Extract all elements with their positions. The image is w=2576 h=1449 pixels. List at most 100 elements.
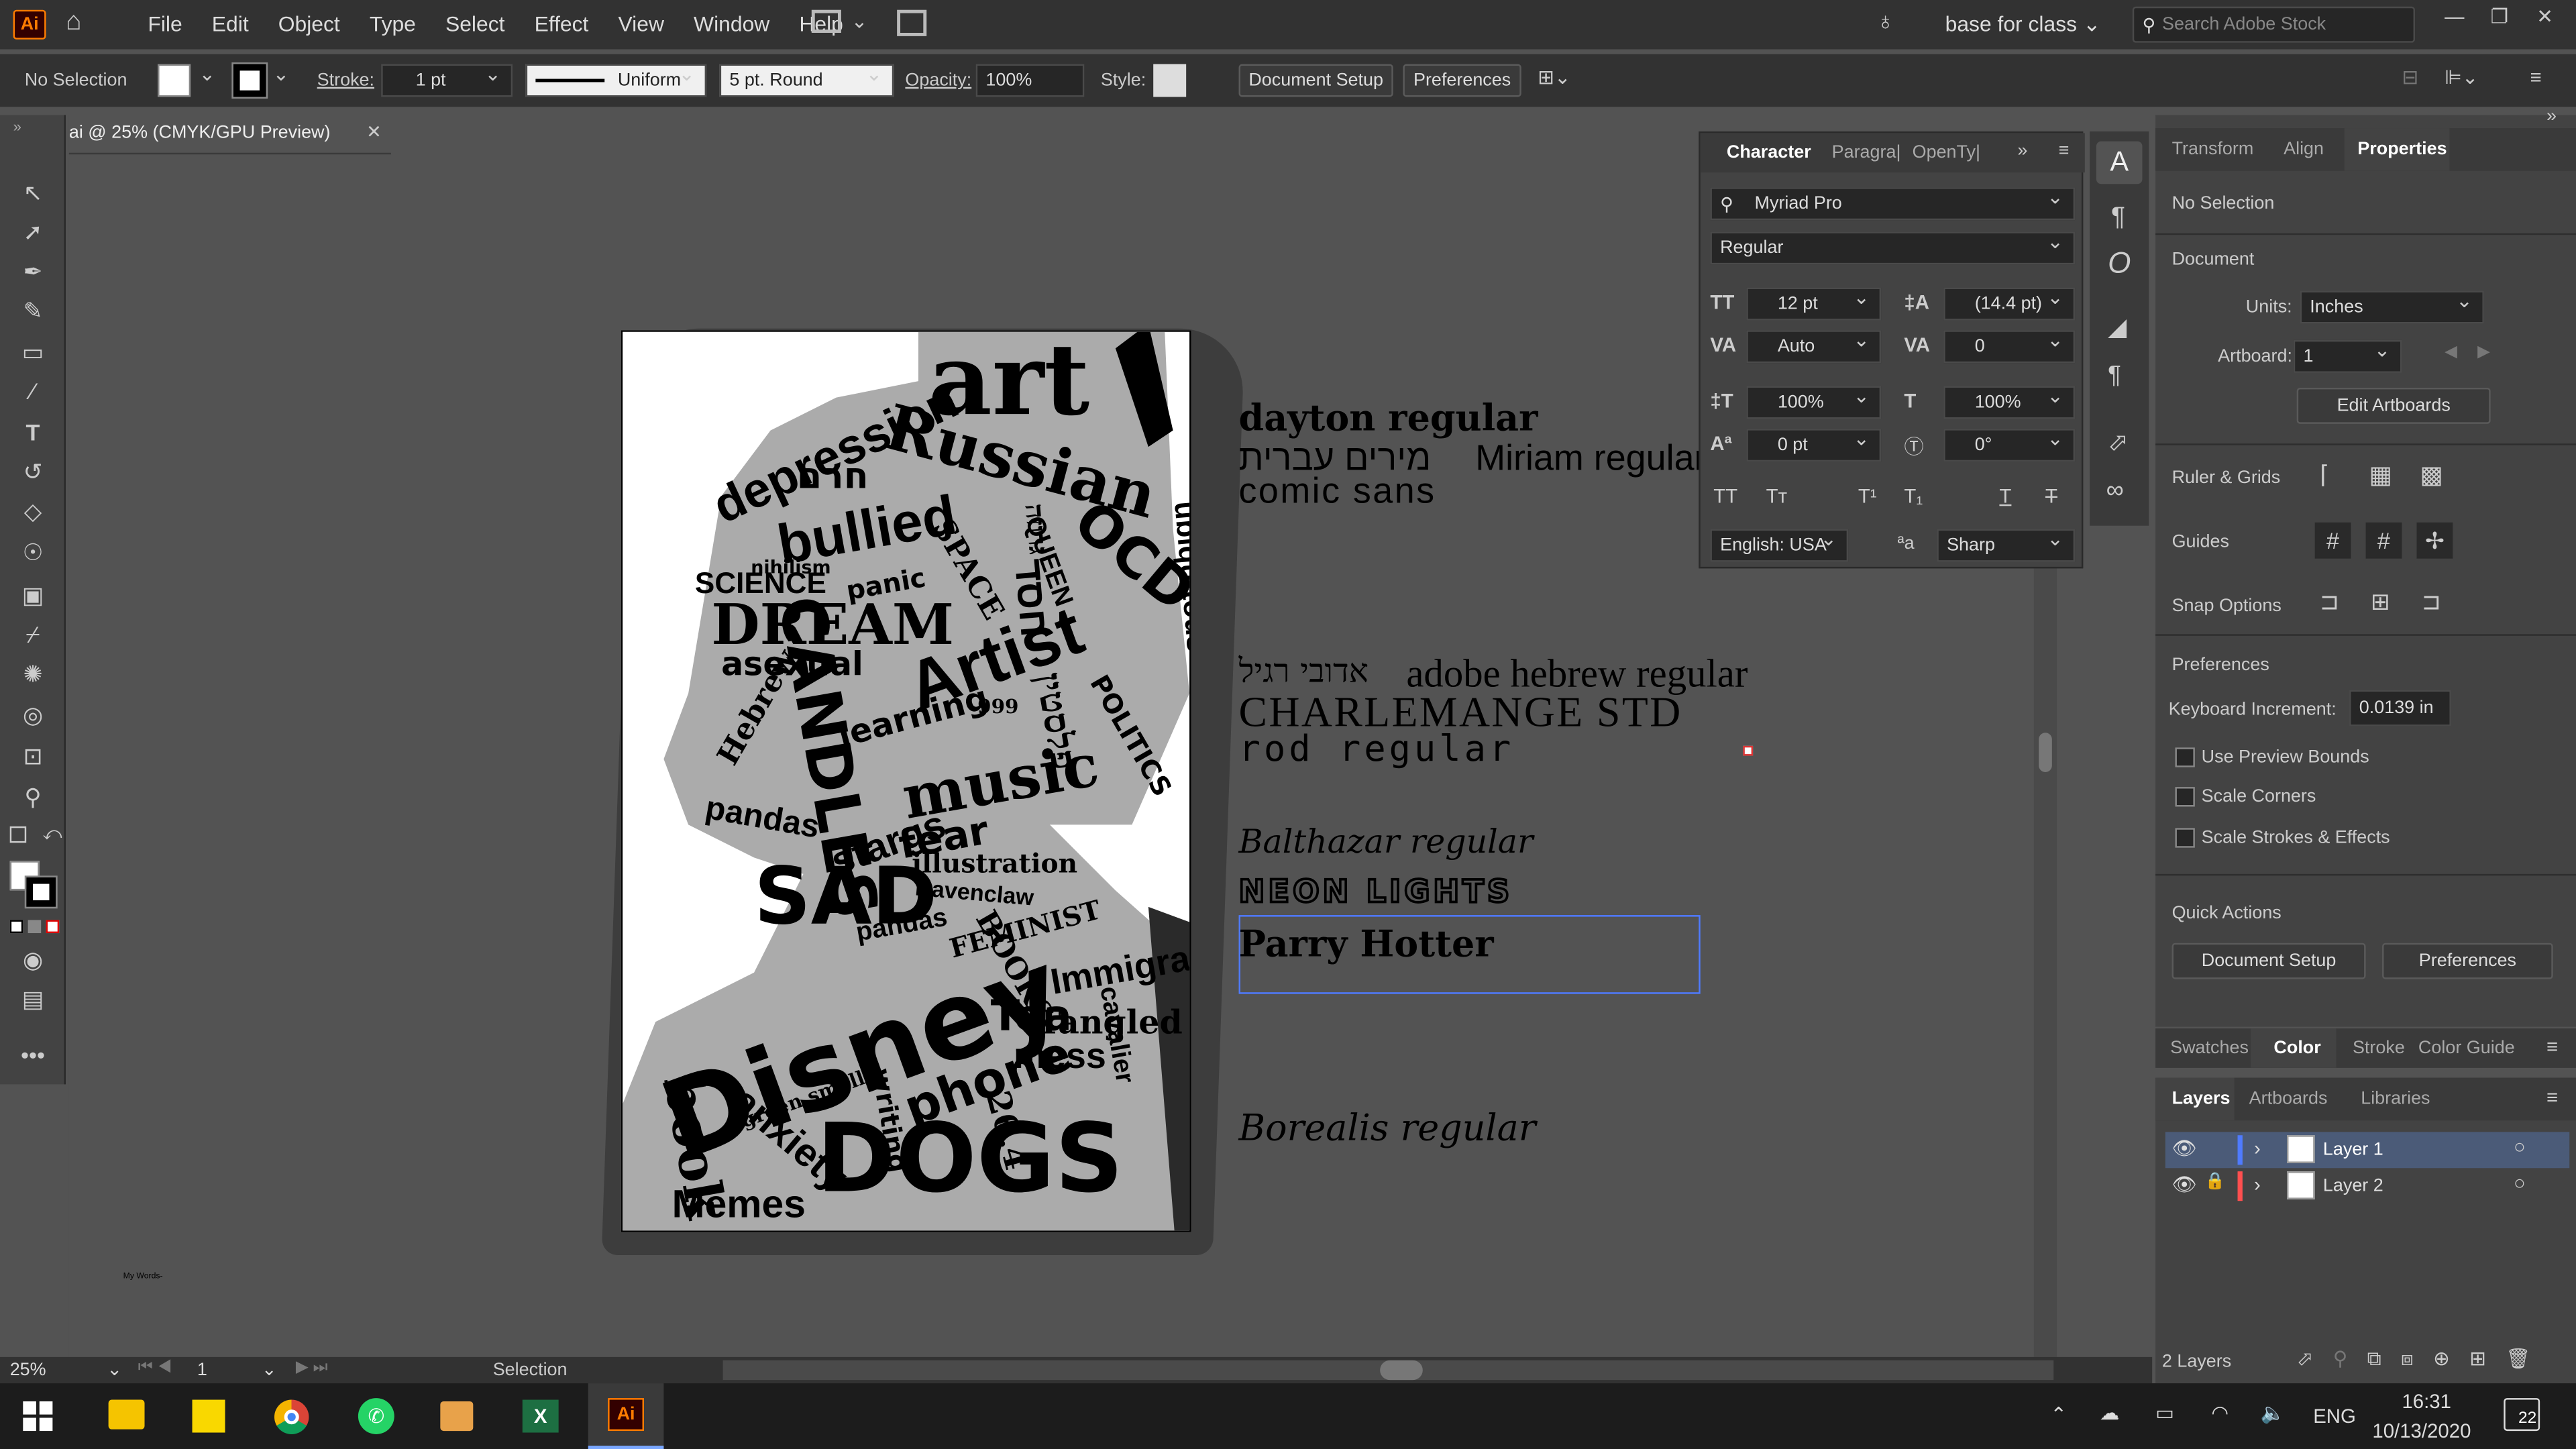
direct-selection-tool-icon[interactable]: ➚	[16, 215, 49, 248]
search-icon[interactable]: ⚲	[2333, 1347, 2348, 1372]
close-button[interactable]: ✕	[2536, 5, 2553, 28]
scroll-thumb[interactable]	[2039, 733, 2052, 773]
font-style-select[interactable]: Regular	[1710, 230, 2076, 265]
lightbulb-icon[interactable]: ♁	[1876, 8, 1895, 36]
onedrive-icon[interactable]: ☁	[2100, 1401, 2119, 1424]
close-tab-icon[interactable]: ✕	[366, 121, 382, 143]
qa-document-setup-button[interactable]: Document Setup	[2171, 943, 2366, 979]
brush-definition[interactable]: 5 pt. Round	[719, 62, 894, 97]
eye-icon[interactable]: 👁	[2172, 1173, 2197, 1196]
distribute-icon[interactable]: ⊫⌄	[2445, 66, 2478, 89]
tab-align[interactable]: Align	[2284, 140, 2324, 159]
chevron-down-icon[interactable]: ⌄	[851, 10, 868, 33]
character-rotation-field[interactable]: 0°	[1943, 427, 2076, 462]
subscript-icon[interactable]: T₁	[1904, 484, 1923, 507]
links-icon[interactable]: ∞	[2106, 476, 2124, 504]
sample-borealis[interactable]: Borealis regular	[1239, 1109, 1536, 1150]
artboard-number[interactable]: 1 ⌄	[197, 1358, 277, 1380]
windows-start-icon[interactable]	[23, 1401, 53, 1432]
tab-transform[interactable]: Transform	[2172, 140, 2254, 159]
menu-view[interactable]: View	[619, 11, 664, 36]
tab-stroke[interactable]: Stroke	[2353, 1038, 2405, 1058]
trash-icon[interactable]: 🗑	[2506, 1347, 2530, 1372]
scroll-thumb[interactable]	[1380, 1360, 1423, 1381]
opacity-label[interactable]: Opacity:	[905, 70, 971, 90]
rotate-tool-icon[interactable]: ↺	[16, 455, 49, 488]
language-select[interactable]: English: USA	[1710, 527, 1849, 562]
baseline-shift-field[interactable]: 0 pt	[1746, 427, 1882, 462]
gradient-tool-icon[interactable]: ▣	[16, 578, 49, 611]
stock-search-input[interactable]: ⚲ Search Adobe Stock	[2132, 6, 2416, 43]
minimize-button[interactable]: —	[2445, 5, 2464, 28]
artboard-nav-next-icon[interactable]: ▶ ⏭	[296, 1358, 328, 1377]
toolbar-collapse[interactable]: »	[13, 118, 21, 134]
tab-properties[interactable]: Properties	[2357, 140, 2447, 159]
movies-icon[interactable]	[440, 1401, 474, 1432]
new-sublayer-icon[interactable]: ⊕	[2433, 1347, 2450, 1372]
strikethrough-icon[interactable]: T	[2045, 484, 2057, 507]
file-explorer-icon[interactable]	[108, 1399, 145, 1430]
chevron-down-icon[interactable]: ⌄	[199, 62, 215, 85]
export-icon[interactable]: ⬀	[2297, 1347, 2314, 1372]
default-colors-icon[interactable]	[9, 826, 27, 843]
transparency-grid-icon[interactable]: ▩	[2420, 460, 2443, 490]
tab-artboards[interactable]: Artboards	[2249, 1089, 2328, 1109]
small-caps-icon[interactable]: Tᴛ	[1766, 484, 1787, 507]
paragraph-styles-icon[interactable]: ¶	[2108, 362, 2121, 390]
tab-opentype[interactable]: OpenTy|	[1913, 143, 1980, 162]
sample-neon-lights[interactable]: NEON LIGHTS	[1238, 873, 1513, 912]
tab-libraries[interactable]: Libraries	[2361, 1089, 2430, 1109]
arrange-documents-icon[interactable]	[811, 9, 841, 33]
vertical-scale-field[interactable]: 100%	[1746, 384, 1882, 419]
ruler-icon[interactable]: ⌈	[2320, 460, 2329, 490]
scale-strokes-checkbox[interactable]: Scale Strokes & Effects	[2175, 828, 2390, 848]
lock-icon[interactable]: 🔒	[2205, 1173, 2225, 1191]
illustrator-taskbar-icon[interactable]: Ai	[588, 1383, 664, 1449]
whatsapp-icon[interactable]: ✆	[358, 1398, 394, 1434]
snap-pixel-icon[interactable]: ⊞	[2371, 588, 2390, 616]
anti-aliasing-select[interactable]: Sharp	[1937, 527, 2076, 562]
export-icon[interactable]: ⬀	[2108, 427, 2129, 457]
artboard-tool-icon[interactable]: ⊡	[16, 739, 49, 772]
curvature-tool-icon[interactable]: ✎	[16, 294, 49, 327]
leading-field[interactable]: (14.4 pt)	[1943, 286, 2076, 321]
edit-artboards-button[interactable]: Edit Artboards	[2296, 387, 2491, 424]
volume-icon[interactable]: 🔈	[2261, 1401, 2286, 1424]
menu-select[interactable]: Select	[445, 11, 505, 36]
eye-icon[interactable]: 👁	[2172, 1137, 2197, 1160]
tab-paragraph[interactable]: Paragra|	[1832, 143, 1901, 162]
type-tool-icon[interactable]: T	[16, 416, 49, 449]
grid-icon[interactable]: ▦	[2369, 460, 2392, 490]
artboard-nav-first-icon[interactable]: ⏮ ◀	[138, 1358, 172, 1377]
tab-color[interactable]: Color	[2273, 1038, 2320, 1058]
next-artboard-icon[interactable]: ▶	[2477, 343, 2490, 362]
paintbrush-tool-icon[interactable]: ⁄	[16, 374, 49, 407]
anchor-point[interactable]	[1743, 745, 1754, 756]
language-indicator[interactable]: ENG	[2313, 1405, 2356, 1428]
panel-menu-icon[interactable]: ≡	[2546, 1035, 2558, 1058]
lock-guides-icon[interactable]: #	[2365, 522, 2402, 559]
menu-edit[interactable]: Edit	[212, 11, 249, 36]
character-panel-icon[interactable]: A	[2096, 141, 2143, 184]
zoom-tool-icon[interactable]: ⚲	[16, 780, 49, 813]
stroke-label[interactable]: Stroke:	[317, 70, 374, 90]
rectangle-tool-icon[interactable]: ▭	[16, 335, 49, 368]
battery-icon[interactable]: ▭	[2155, 1401, 2174, 1424]
qa-preferences-button[interactable]: Preferences	[2382, 943, 2553, 979]
gpu-performance-icon[interactable]	[897, 9, 927, 36]
horizontal-scrollbar[interactable]	[722, 1360, 2054, 1381]
screen-mode-icon[interactable]: ▤	[16, 983, 49, 1016]
my-words-label[interactable]: My Words-	[123, 1272, 163, 1282]
chevron-up-icon[interactable]: ⌃	[2050, 1403, 2067, 1426]
document-tab[interactable]: ai @ 25% (CMYK/GPU Preview) ✕	[68, 115, 391, 155]
paragraph-icon[interactable]: ¶	[2111, 204, 2125, 233]
wifi-icon[interactable]: ◠	[2211, 1401, 2229, 1424]
all-caps-icon[interactable]: TT	[1713, 484, 1737, 507]
clip-icon[interactable]: ⧈	[2401, 1347, 2414, 1372]
horizontal-scale-field[interactable]: 100%	[1943, 384, 2076, 419]
notification-icon[interactable]: 22	[2504, 1398, 2540, 1432]
home-icon[interactable]: ⌂	[66, 8, 99, 41]
layer-name[interactable]: Layer 2	[2323, 1176, 2383, 1195]
clock-date[interactable]: 10/13/2020	[2372, 1419, 2471, 1442]
menu-effect[interactable]: Effect	[535, 11, 589, 36]
